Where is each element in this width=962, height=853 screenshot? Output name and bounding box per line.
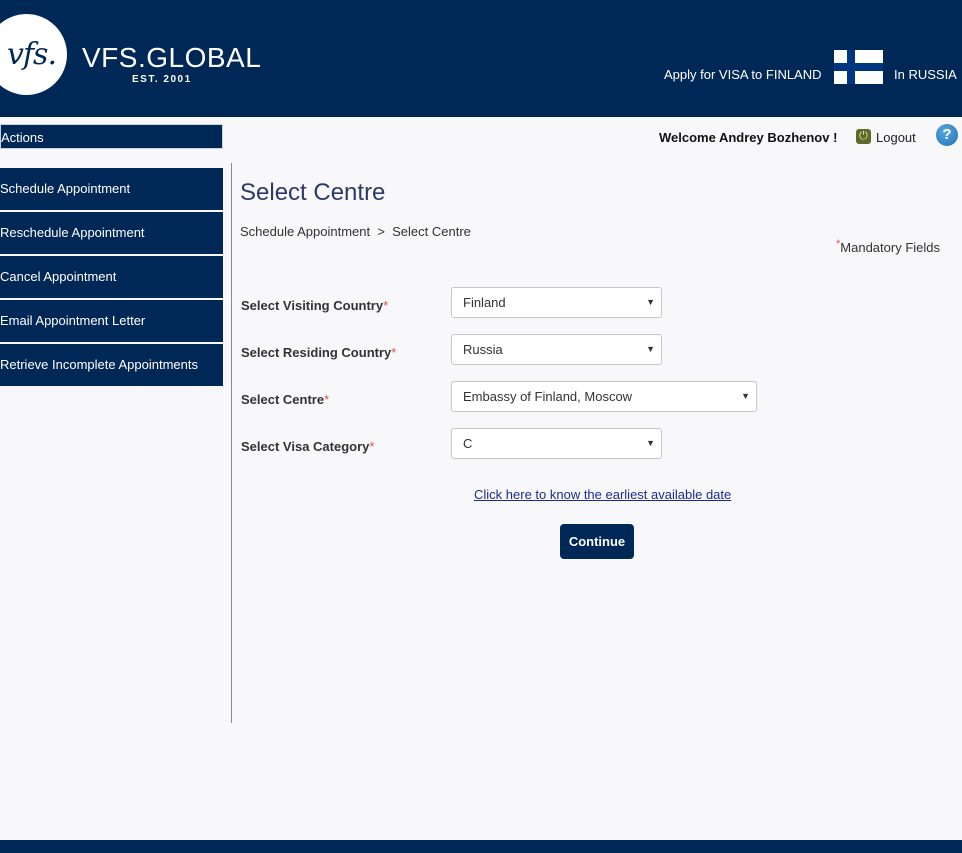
apply-visa-text: Apply for VISA to FINLAND: [664, 67, 822, 82]
footer: [0, 840, 962, 853]
visiting-country-label: Select Visiting Country*: [241, 298, 389, 313]
continue-button[interactable]: Continue: [560, 524, 634, 559]
breadcrumb: Schedule Appointment > Select Centre: [240, 224, 471, 239]
brand-name: VFS.GLOBAL: [82, 42, 262, 73]
sidebar-item-reschedule-appointment[interactable]: Reschedule Appointment: [0, 212, 223, 254]
logout-link[interactable]: Logout: [876, 130, 916, 145]
sidebar-item-schedule-appointment[interactable]: Schedule Appointment: [0, 168, 223, 210]
sidebar-item-retrieve-incomplete-appointments[interactable]: Retrieve Incomplete Appointments: [0, 344, 223, 386]
visiting-country-select[interactable]: Finland ▼: [451, 287, 662, 318]
sidebar-item-email-appointment-letter[interactable]: Email Appointment Letter: [0, 300, 223, 342]
visa-category-select[interactable]: C ▼: [451, 428, 662, 459]
chevron-down-icon: ▼: [646, 438, 655, 448]
help-icon[interactable]: ?: [936, 124, 958, 146]
centre-value: Embassy of Finland, Moscow: [463, 389, 633, 404]
in-country-text: In RUSSIA: [894, 67, 957, 82]
visa-category-value: C: [463, 436, 473, 451]
welcome-text: Welcome Andrey Bozhenov !: [659, 130, 838, 145]
mandatory-label: Mandatory Fields: [840, 240, 940, 255]
actions-header: Actions: [0, 124, 223, 149]
visa-category-label: Select Visa Category*: [241, 439, 375, 454]
visiting-country-value: Finland: [463, 295, 506, 310]
page-title: Select Centre: [240, 179, 386, 206]
brand-est: EST. 2001: [132, 74, 192, 85]
chevron-down-icon: ▼: [646, 344, 655, 354]
residing-country-select[interactable]: Russia ▼: [451, 334, 662, 365]
centre-select[interactable]: Embassy of Finland, Moscow ▼: [451, 381, 757, 412]
finland-flag-icon: [834, 50, 883, 84]
vfs-logo[interactable]: vfs.: [0, 14, 67, 95]
power-icon[interactable]: ⏻: [856, 129, 871, 144]
header: vfs. VFS.GLOBAL EST. 2001 Apply for VISA…: [0, 0, 962, 117]
chevron-down-icon: ▼: [741, 391, 750, 401]
required-mark: *: [836, 238, 841, 250]
chevron-down-icon: ▼: [646, 297, 655, 307]
earliest-date-link[interactable]: Click here to know the earliest availabl…: [474, 487, 731, 502]
sidebar-item-cancel-appointment[interactable]: Cancel Appointment: [0, 256, 223, 298]
residing-country-label: Select Residing Country*: [241, 345, 397, 360]
sidebar-divider: [231, 163, 232, 723]
residing-country-value: Russia: [463, 342, 503, 357]
mandatory-fields-note: *Mandatory Fields: [836, 238, 940, 255]
centre-label: Select Centre*: [241, 392, 330, 407]
logo-text: vfs.: [7, 37, 57, 72]
